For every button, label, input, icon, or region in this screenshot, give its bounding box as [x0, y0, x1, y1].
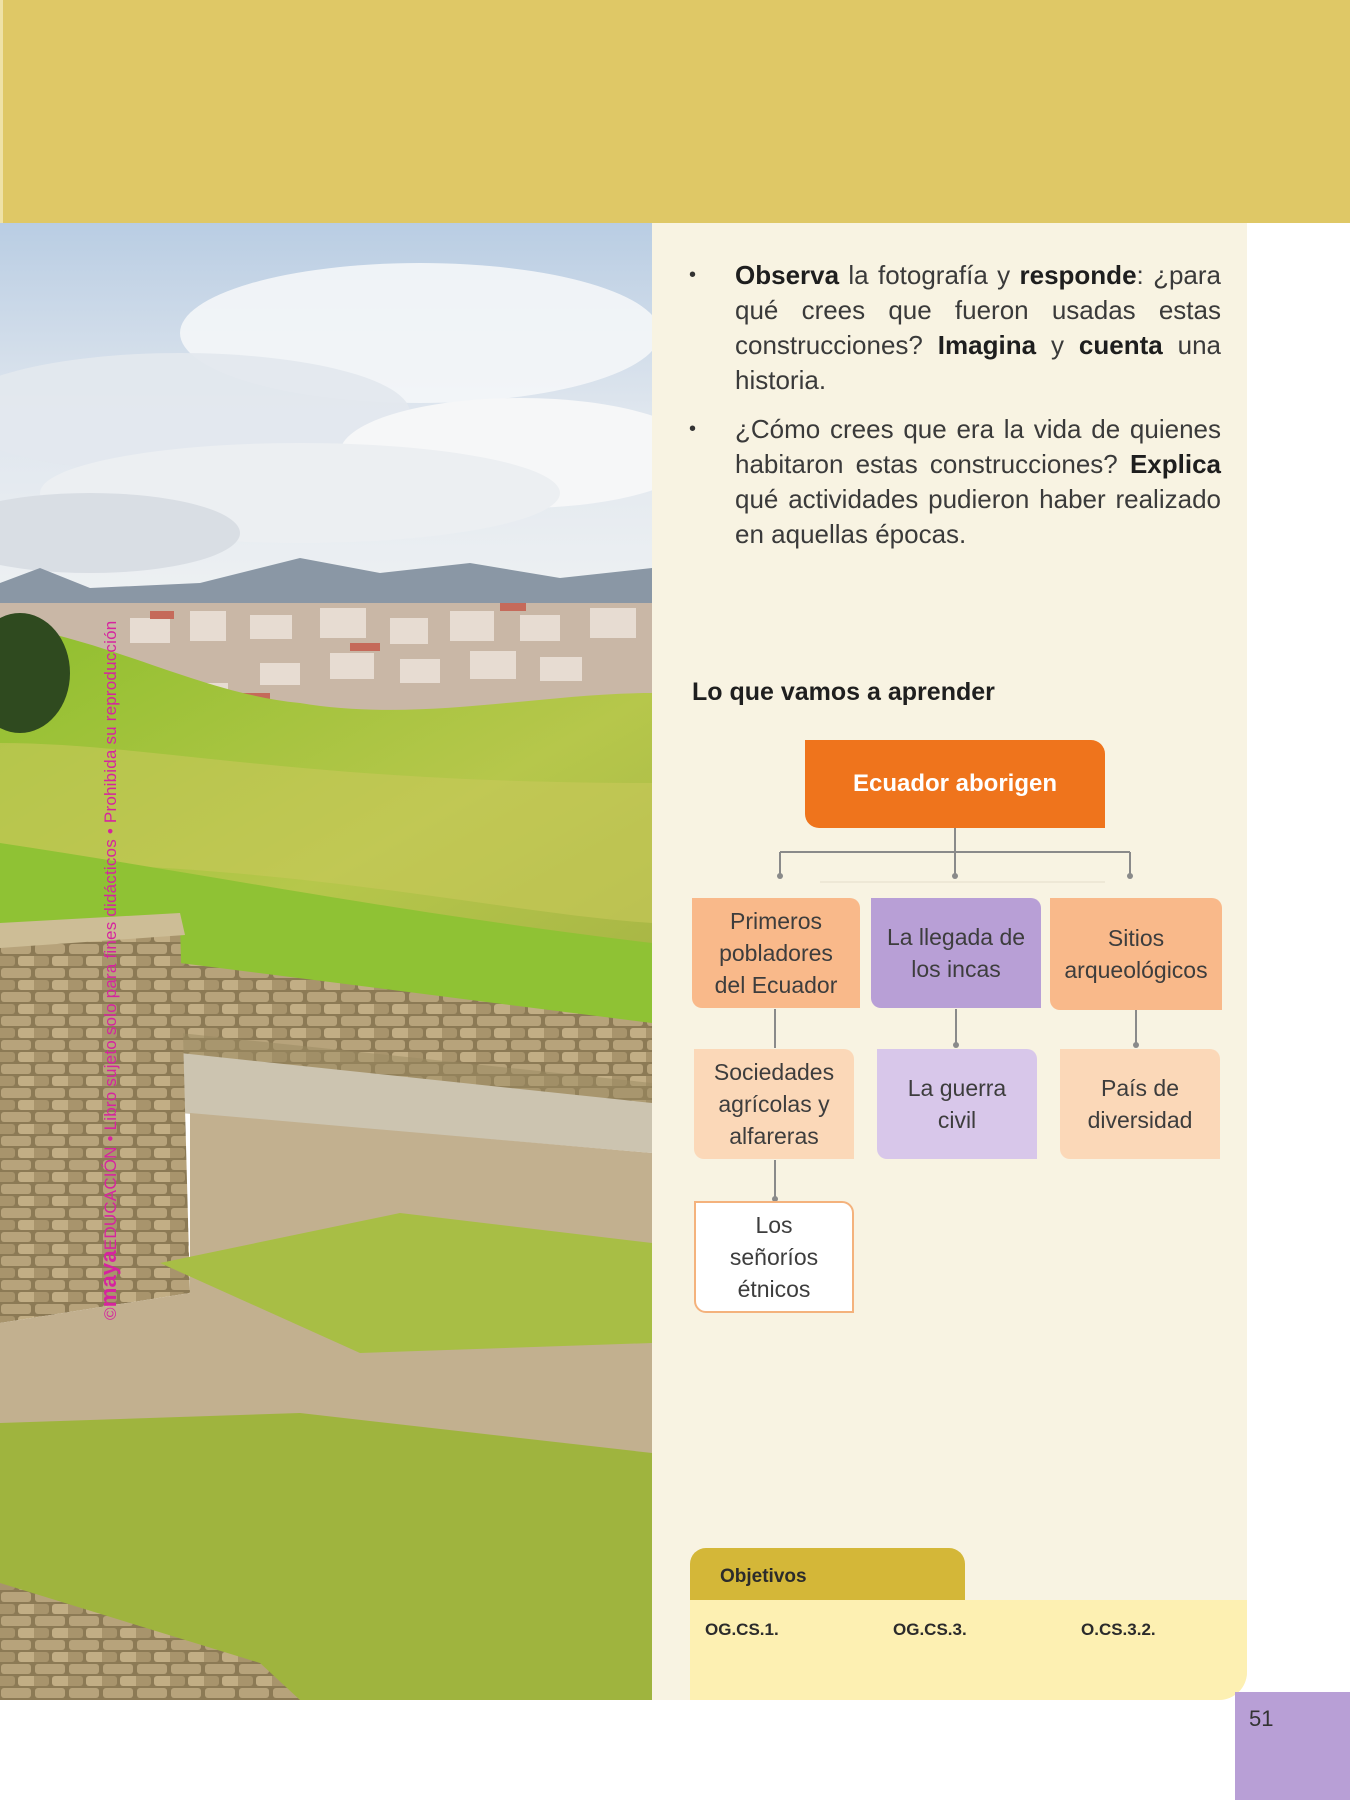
objetivo-code: O.CS.3.2. — [1081, 1620, 1156, 1639]
objetivo-code: OG.CS.3. — [893, 1620, 967, 1639]
child-sociedades-agricolas: Sociedades agrícolas y alfareras — [694, 1049, 854, 1159]
concept-root-box: Ecuador aborigen — [805, 740, 1105, 828]
child-pais-diversidad: País de diversidad — [1060, 1049, 1220, 1159]
page-number: 51 — [1249, 1706, 1274, 1731]
branch-primeros-pobladores: Primeros pobladores del Ecuador — [692, 898, 860, 1008]
objetivos-tab: Objetivos — [690, 1548, 965, 1600]
objetivos-panel — [690, 1600, 1247, 1700]
grandchild-senorios-etnicos: Los señoríos étnicos — [694, 1201, 854, 1313]
child-guerra-civil: La guerra civil — [877, 1049, 1037, 1159]
objetivo-code: OG.CS.1. — [705, 1620, 779, 1639]
branch-llegada-incas: La llegada de los incas — [871, 898, 1041, 1008]
branch-sitios-arqueologicos: Sitios arqueológicos — [1050, 898, 1222, 1010]
